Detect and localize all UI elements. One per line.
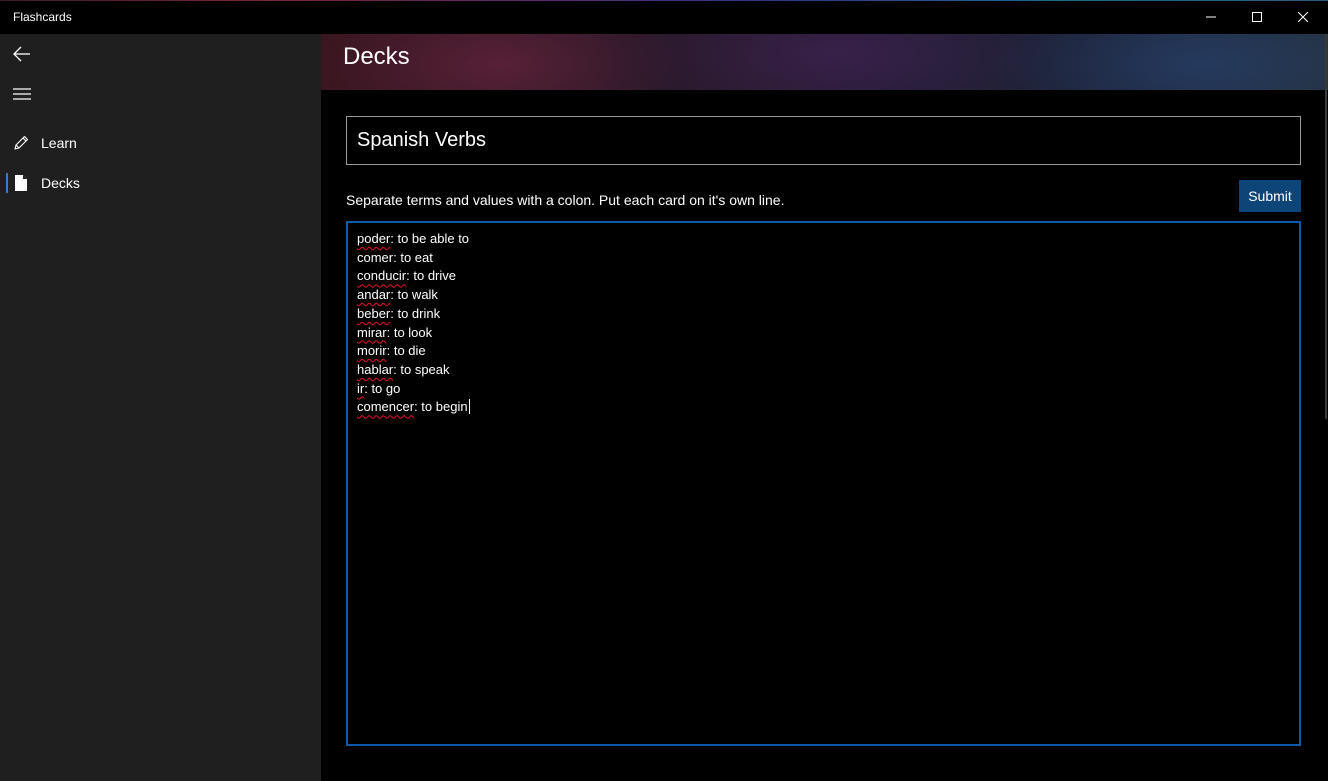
card-value: : to walk (390, 287, 438, 303)
navigation-pane: Learn Decks (0, 34, 321, 781)
minimize-button[interactable] (1188, 0, 1234, 34)
card-term: andar (357, 287, 391, 303)
card-term: comer (357, 249, 394, 265)
app-title: Flashcards (13, 10, 72, 24)
card-line: conducir: to drive (357, 267, 1290, 286)
app-window: Flashcards Learn Decks Decks Spanish Ver… (0, 0, 1328, 781)
title-bar[interactable]: Flashcards (0, 0, 1328, 34)
maximize-icon (1252, 12, 1262, 22)
card-term: hablar (357, 361, 394, 377)
card-line: hablar: to speak (357, 361, 1290, 380)
pencil-icon (0, 135, 41, 151)
card-line: beber: to drink (357, 305, 1290, 324)
close-button[interactable] (1280, 0, 1326, 34)
card-value: : to go (364, 380, 401, 396)
card-line: comer: to eat (357, 249, 1290, 268)
sidebar-item-label: Decks (41, 175, 80, 191)
scrollbar-thumb[interactable] (1325, 34, 1327, 419)
card-value: : to speak (393, 361, 450, 377)
card-value: : to begin (414, 399, 468, 415)
card-line: comencer: to begin (357, 398, 1290, 417)
card-term: morir (357, 343, 387, 359)
card-term: comencer (357, 399, 415, 415)
card-value: : to die (386, 343, 426, 359)
card-line: poder: to be able to (357, 230, 1290, 249)
card-line: mirar: to look (357, 324, 1290, 343)
close-icon (1298, 12, 1308, 22)
text-caret (468, 399, 470, 415)
sidebar-item-decks[interactable]: Decks (0, 163, 321, 203)
card-term: beber (357, 305, 391, 321)
deck-name-input[interactable] (346, 116, 1301, 165)
maximize-button[interactable] (1234, 0, 1280, 34)
card-value: : to eat (393, 249, 433, 265)
submit-button[interactable]: Submit (1239, 180, 1301, 212)
hamburger-menu-icon (13, 88, 31, 100)
back-button[interactable] (0, 34, 44, 74)
cards-textarea[interactable]: poder: to be able to comer: to eat condu… (346, 221, 1301, 746)
instructions-text: Separate terms and values with a colon. … (346, 192, 785, 208)
card-term: conducir (357, 268, 407, 284)
minimize-icon (1206, 16, 1216, 18)
sidebar-item-label: Learn (41, 135, 77, 151)
page-header: Decks (321, 34, 1328, 90)
card-term: mirar (357, 324, 387, 340)
card-line: ir: to go (357, 380, 1290, 399)
sidebar-item-learn[interactable]: Learn (0, 123, 321, 163)
hamburger-menu-button[interactable] (0, 74, 44, 114)
card-value: : to be able to (390, 231, 470, 246)
selection-indicator (6, 173, 8, 193)
card-value: : to drink (390, 305, 441, 321)
card-line: andar: to walk (357, 286, 1290, 305)
back-arrow-icon (13, 46, 30, 62)
card-value: : to drive (406, 268, 456, 284)
card-value: : to look (386, 324, 433, 340)
card-term: poder (357, 231, 391, 246)
card-line: morir: to die (357, 342, 1290, 361)
page-title: Decks (343, 43, 410, 70)
